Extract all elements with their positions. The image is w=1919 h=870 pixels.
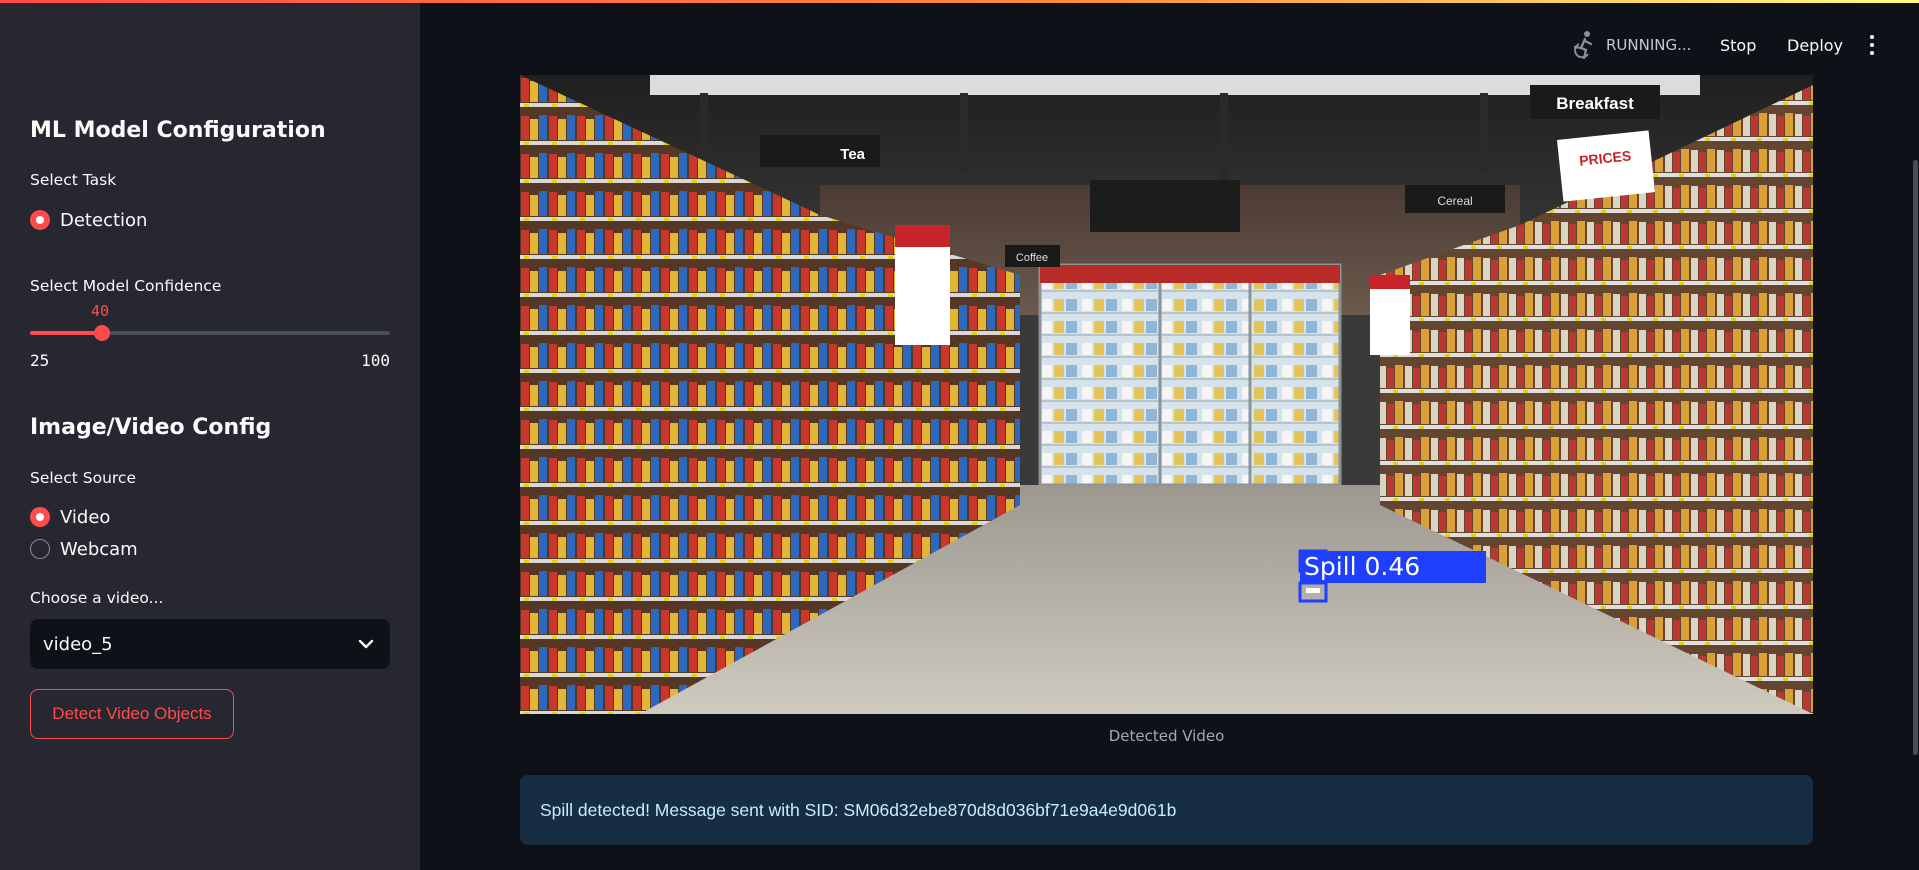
menu-dot [1870, 43, 1874, 47]
running-status: RUNNING... [1570, 28, 1691, 62]
supermarket-aisle-image: Breakfast Tea PRICES Cereal Coffee Spill… [520, 75, 1813, 714]
task-option-label: Detection [60, 209, 148, 231]
video-select[interactable]: video_5 [30, 619, 390, 669]
running-status-text: RUNNING... [1606, 36, 1692, 54]
task-radio-detection[interactable]: Detection [30, 206, 147, 234]
source-option-label: Webcam [60, 538, 138, 560]
top-decoration-bar [0, 0, 1919, 3]
menu-dot [1870, 51, 1874, 55]
main-menu-button[interactable] [1862, 32, 1882, 58]
slider-max-label: 100 [361, 351, 390, 370]
sidebar: ML Model Configuration Select Task Detec… [0, 0, 420, 870]
slider-min-label: 25 [30, 351, 50, 370]
detection-label: Spill 0.46 [1304, 552, 1420, 581]
video-select-value: video_5 [43, 633, 113, 655]
detect-video-objects-button[interactable]: Detect Video Objects [30, 689, 234, 739]
spill-alert-message: Spill detected! Message sent with SID: S… [520, 775, 1813, 845]
confidence-slider[interactable] [30, 325, 390, 341]
running-person-icon [1573, 31, 1593, 60]
stop-button[interactable]: Stop [1720, 28, 1756, 62]
select-task-label: Select Task [30, 171, 117, 189]
video-caption: Detected Video [1108, 727, 1225, 745]
detected-video-frame: Breakfast Tea PRICES Cereal Coffee Spill… [520, 75, 1813, 714]
chevron-down-icon [358, 639, 374, 649]
source-option-label: Video [60, 506, 111, 528]
slider-fill [30, 331, 102, 335]
store-sign-coffee: Coffee [1016, 252, 1048, 264]
source-radio-webcam[interactable]: Webcam [30, 535, 138, 563]
source-config-heading: Image/Video Config [30, 415, 272, 440]
radio-selected-icon [30, 507, 50, 527]
store-sign-tea: Tea [840, 146, 865, 163]
source-radio-video[interactable]: Video [30, 503, 110, 531]
model-config-heading: ML Model Configuration [30, 118, 326, 143]
store-sign-cereal: Cereal [1437, 194, 1472, 208]
menu-dot [1870, 35, 1874, 39]
choose-video-label: Choose a video... [30, 589, 164, 607]
radio-selected-icon [30, 210, 50, 230]
main-scrollbar[interactable] [1913, 160, 1918, 755]
spill-alert-text: Spill detected! Message sent with SID: S… [540, 799, 1177, 820]
store-sign-breakfast: Breakfast [1556, 94, 1634, 113]
deploy-button[interactable]: Deploy [1787, 28, 1843, 62]
select-source-label: Select Source [30, 469, 136, 487]
confidence-slider-value: 40 [91, 302, 110, 320]
slider-thumb[interactable] [94, 325, 110, 341]
confidence-label: Select Model Confidence [30, 277, 222, 295]
radio-unselected-icon [30, 539, 50, 559]
